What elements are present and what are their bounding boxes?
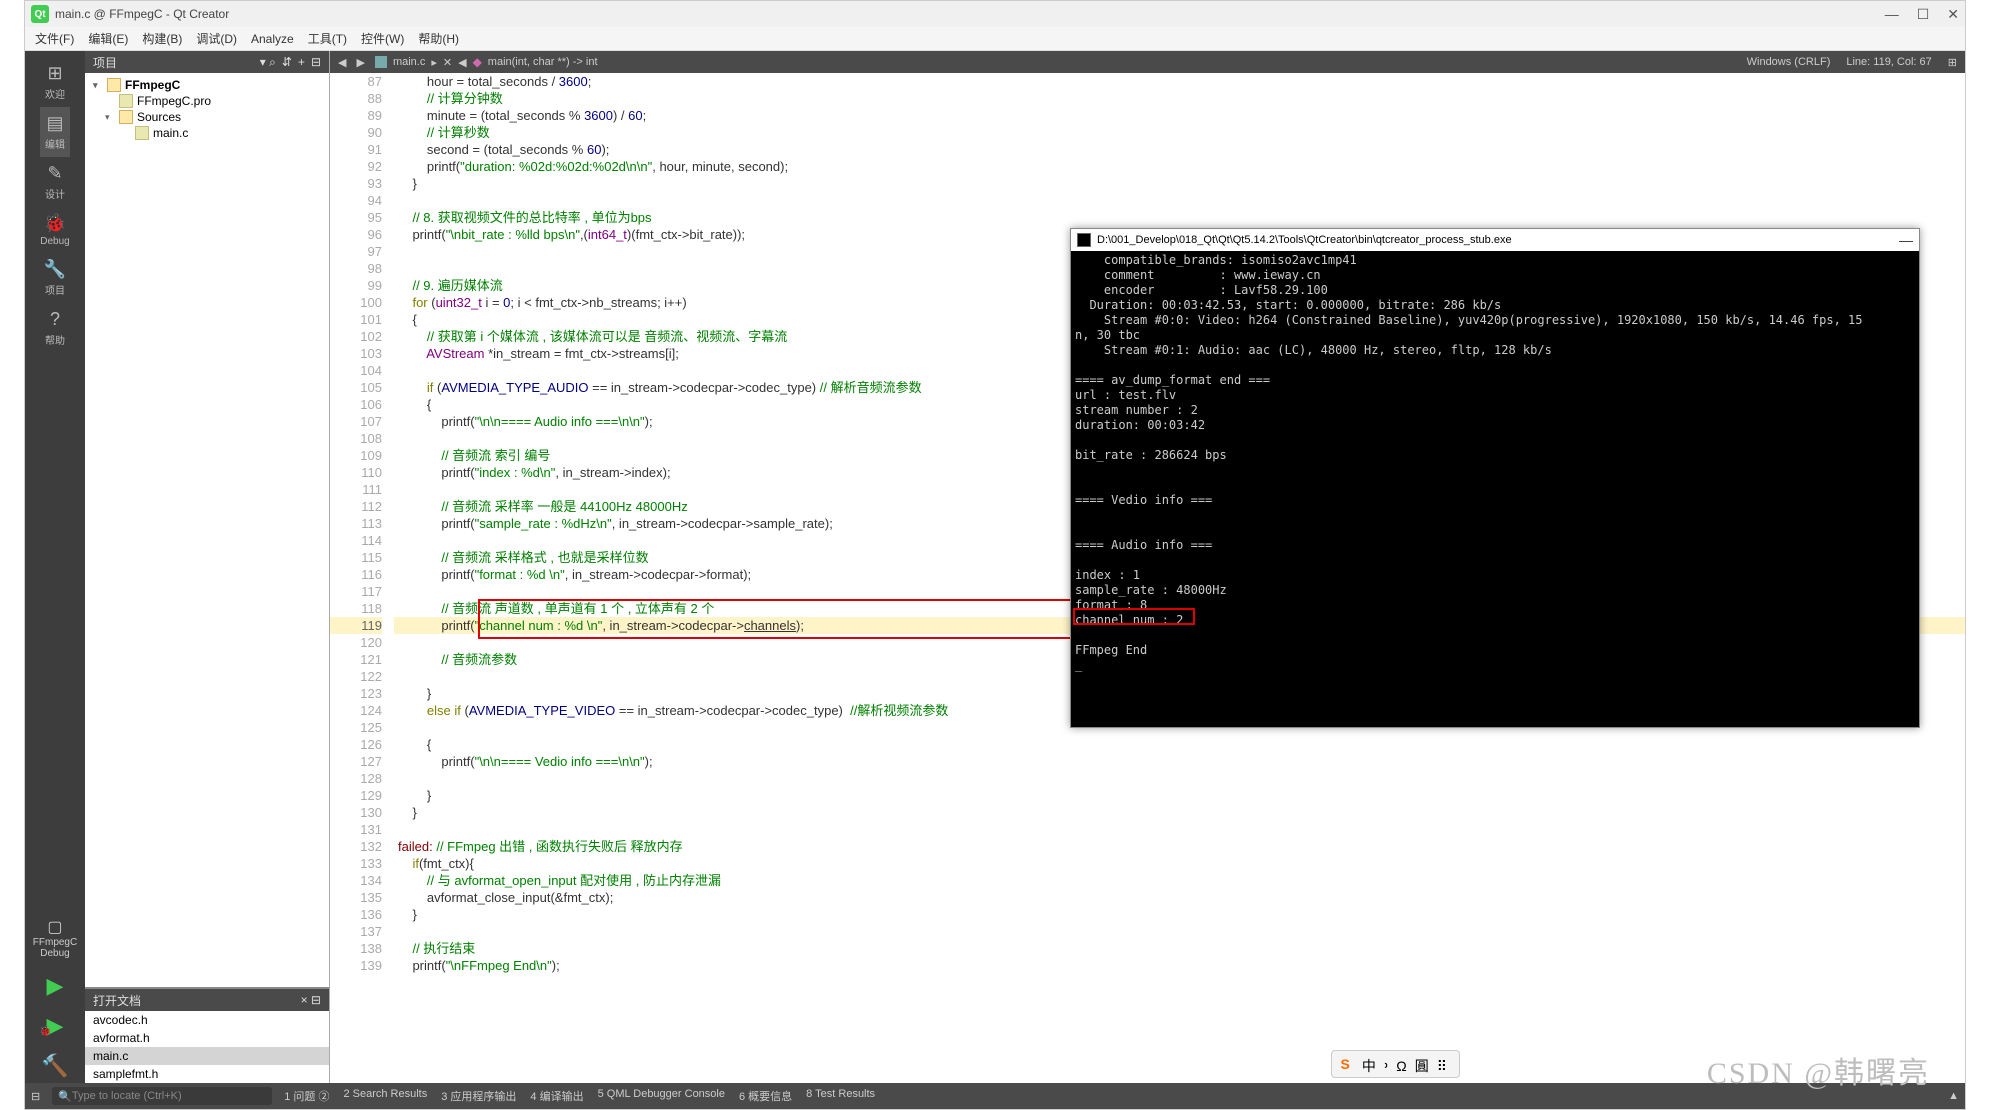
tree-node[interactable]: ▾Sources bbox=[85, 109, 329, 125]
menu-item[interactable]: 控件(W) bbox=[355, 28, 410, 49]
console-title-text: D:\001_Develop\018_Qt\Qt\Qt5.14.2\Tools\… bbox=[1097, 234, 1512, 246]
console-icon bbox=[1077, 233, 1091, 247]
tree-node[interactable]: main.c bbox=[85, 125, 329, 141]
menu-item[interactable]: 工具(T) bbox=[302, 28, 353, 49]
mode-Debug[interactable]: 🐞Debug bbox=[40, 207, 69, 253]
console-output[interactable]: compatible_brands: isomiso2avc1mp41 comm… bbox=[1071, 251, 1919, 727]
output-expand-icon[interactable]: ▲ bbox=[1948, 1090, 1959, 1102]
watermark: CSDN @韩曙亮 bbox=[1707, 1048, 1930, 1092]
output-tab[interactable]: 8 Test Results bbox=[806, 1088, 875, 1104]
split-editor-icon[interactable]: ⊞ bbox=[1948, 56, 1957, 69]
open-doc-item[interactable]: avformat.h bbox=[85, 1029, 329, 1047]
mode-设计[interactable]: ✎设计 bbox=[40, 157, 69, 207]
close-button[interactable]: ✕ bbox=[1947, 6, 1959, 23]
minimize-button[interactable]: — bbox=[1885, 6, 1899, 23]
open-doc-item[interactable]: avcodec.h bbox=[85, 1011, 329, 1029]
menu-item[interactable]: 编辑(E) bbox=[82, 28, 134, 49]
function-crumb[interactable]: main(int, char **) -> int bbox=[488, 56, 598, 68]
output-tab[interactable]: 2 Search Results bbox=[343, 1088, 427, 1104]
console-minimize-button[interactable]: — bbox=[1899, 232, 1913, 248]
menu-item[interactable]: Analyze bbox=[245, 30, 300, 48]
side-panel: 项目 ▾ ⌕ ⇵ + ⊟ ▾FFmpegCFFmpegC.pro▾Sources… bbox=[85, 51, 330, 1083]
file-crumb[interactable]: main.c bbox=[393, 56, 425, 68]
open-documents-list[interactable]: avcodec.havformat.hmain.csamplefmt.h bbox=[85, 1011, 329, 1083]
ime-toolbar[interactable]: S 中᠈Ω圓⠿ bbox=[1331, 1050, 1460, 1078]
output-tab[interactable]: 6 概要信息 bbox=[739, 1088, 792, 1104]
menu-item[interactable]: 调试(D) bbox=[190, 28, 243, 49]
close-output-icon[interactable]: ⊟ bbox=[31, 1090, 40, 1103]
function-icon: ◆ bbox=[473, 55, 482, 69]
filter-icon[interactable]: ▾ ⌕ bbox=[260, 55, 276, 70]
run-debug-button[interactable]: ▶🐞 bbox=[47, 1009, 64, 1043]
split-icon[interactable]: ⊟ bbox=[311, 55, 321, 70]
close-doc-icon[interactable]: × ⊟ bbox=[301, 993, 321, 1007]
locator-bar: ⊟ 🔍 Type to locate (Ctrl+K) 1 问题 ② 2 Sear… bbox=[25, 1083, 1965, 1109]
menu-item[interactable]: 文件(F) bbox=[29, 28, 80, 49]
open-doc-item[interactable]: main.c bbox=[85, 1047, 329, 1065]
ime-logo-icon: S bbox=[1340, 1056, 1349, 1072]
output-tab[interactable]: 5 QML Debugger Console bbox=[598, 1088, 725, 1104]
menu-bar: 文件(F)编辑(E)构建(B)调试(D)Analyze工具(T)控件(W)帮助(… bbox=[25, 27, 1965, 51]
run-button[interactable]: ▶ bbox=[47, 969, 64, 1003]
menu-item[interactable]: 构建(B) bbox=[136, 28, 188, 49]
window-title: main.c @ FFmpegC - Qt Creator bbox=[55, 7, 229, 21]
kit-selector[interactable]: ▢ FFmpegC Debug bbox=[33, 913, 77, 963]
console-window: D:\001_Develop\018_Qt\Qt\Qt5.14.2\Tools\… bbox=[1070, 228, 1920, 728]
mode-欢迎[interactable]: ⊞欢迎 bbox=[40, 57, 69, 107]
line-col-indicator[interactable]: Line: 119, Col: 67 bbox=[1846, 56, 1931, 69]
mode-项目[interactable]: 🔧项目 bbox=[40, 253, 69, 303]
tree-node[interactable]: FFmpegC.pro bbox=[85, 93, 329, 109]
menu-item[interactable]: 帮助(H) bbox=[412, 28, 465, 49]
output-tab[interactable]: 4 编译输出 bbox=[530, 1088, 583, 1104]
nav-fwd-icon[interactable]: ▶ bbox=[356, 56, 364, 69]
file-icon bbox=[375, 56, 387, 68]
open-doc-item[interactable]: samplefmt.h bbox=[85, 1065, 329, 1083]
qt-logo-icon: Qt bbox=[31, 5, 49, 23]
tree-node[interactable]: ▾FFmpegC bbox=[85, 77, 329, 93]
nav-back-icon[interactable]: ◀ bbox=[338, 56, 346, 69]
project-tree[interactable]: ▾FFmpegCFFmpegC.pro▾Sourcesmain.c bbox=[85, 73, 329, 987]
build-button[interactable]: 🔨 bbox=[41, 1049, 68, 1083]
mode-帮助[interactable]: ?帮助 bbox=[40, 303, 69, 353]
link-icon[interactable]: ⇵ bbox=[282, 55, 292, 70]
mode-bar: ⊞欢迎▤编辑✎设计🐞Debug🔧项目?帮助 ▢ FFmpegC Debug ▶ … bbox=[25, 51, 85, 1083]
open-docs-header: 打开文档 × ⊟ bbox=[85, 989, 329, 1011]
project-panel-header: 项目 ▾ ⌕ ⇵ + ⊟ bbox=[85, 51, 329, 73]
add-icon[interactable]: + bbox=[298, 55, 305, 70]
encoding-indicator[interactable]: Windows (CRLF) bbox=[1747, 56, 1831, 69]
locator-input[interactable]: 🔍 Type to locate (Ctrl+K) bbox=[52, 1087, 272, 1105]
maximize-button[interactable]: ☐ bbox=[1917, 6, 1930, 23]
output-tab[interactable]: 3 应用程序输出 bbox=[441, 1088, 516, 1104]
output-tab[interactable]: 1 问题 ② bbox=[284, 1088, 329, 1104]
highlight-box-console bbox=[1073, 608, 1195, 625]
title-bar: Qt main.c @ FFmpegC - Qt Creator — ☐ ✕ bbox=[25, 1, 1965, 27]
mode-编辑[interactable]: ▤编辑 bbox=[40, 107, 69, 157]
console-title-bar: D:\001_Develop\018_Qt\Qt\Qt5.14.2\Tools\… bbox=[1071, 229, 1919, 251]
editor-toolbar: ◀ ▶ main.c ▸✕◀ ◆ main(int, char **) -> i… bbox=[330, 51, 1965, 73]
